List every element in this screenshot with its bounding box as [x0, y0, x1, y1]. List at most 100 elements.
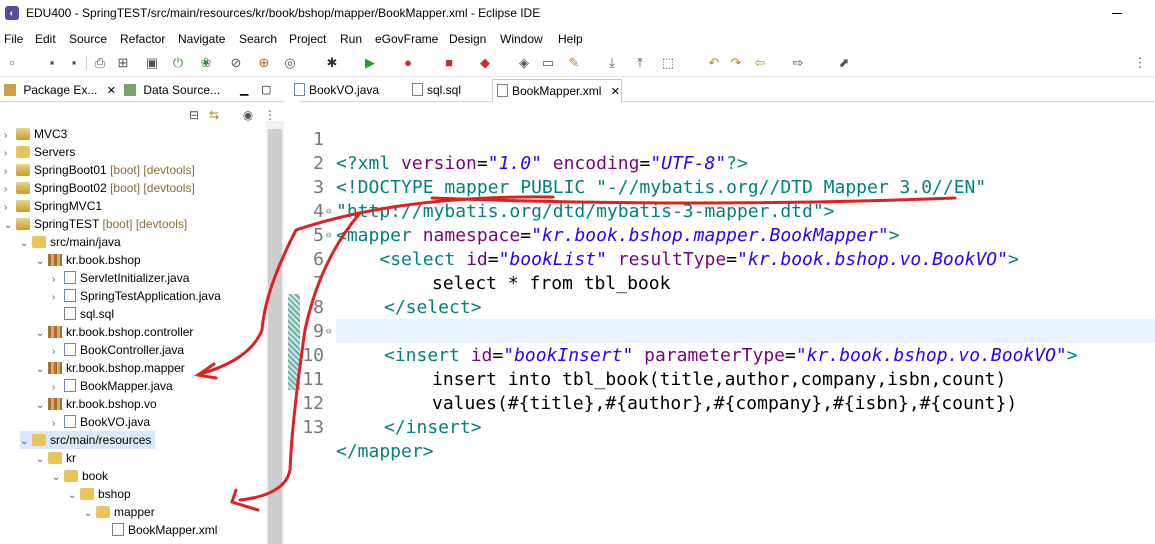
tree-item[interactable]: ⌄ kr.book.bshop.vo — [36, 395, 157, 413]
menu-run[interactable]: Run — [340, 32, 362, 46]
run-icon[interactable]: ▶ — [362, 55, 378, 71]
last-edit-forward-icon[interactable]: ↷ — [728, 55, 744, 71]
eclipse-app-icon: ◐ — [5, 6, 19, 20]
annotation-next-icon[interactable]: ⤓ — [604, 55, 620, 71]
package-icon — [48, 326, 62, 338]
menu-search[interactable]: Search — [239, 32, 277, 46]
source-folder-icon — [32, 236, 46, 248]
menu-egovframe[interactable]: eGovFrame — [375, 32, 438, 46]
tree-item[interactable]: › ServletInitializer.java — [52, 269, 189, 287]
package-icon[interactable]: ⊕ — [256, 55, 272, 71]
code-line: 9 ⊖ <insert id="bookInsert" parameterType… — [313, 321, 1078, 366]
console-icon[interactable]: ▣ — [144, 55, 160, 71]
close-icon[interactable]: ✕ — [107, 85, 116, 97]
last-edit-icon[interactable]: ↶ — [706, 55, 722, 71]
minimize-view-icon[interactable]: ▁ — [240, 79, 254, 101]
menu-help[interactable]: Help — [558, 32, 583, 46]
change-marker — [288, 294, 300, 390]
save-icon[interactable]: ▪ — [44, 55, 60, 71]
tree-item[interactable]: ⌄ src/main/resources — [20, 431, 156, 449]
open-folder-icon[interactable]: ▭ — [540, 55, 556, 71]
tree-item[interactable]: sql.sql — [52, 305, 114, 323]
perspective-icon[interactable]: ⋮ — [1132, 55, 1148, 71]
menu-bar: File Edit Source Refactor Navigate Searc… — [0, 29, 1155, 49]
tree-item[interactable]: › SpringBoot01 [boot] [devtools] — [4, 161, 195, 179]
spring-icon[interactable]: ❀ — [198, 55, 214, 71]
code-line: 10 insert into tbl_book(title,author,com… — [302, 345, 1007, 390]
package-icon — [48, 398, 62, 410]
tree-item[interactable]: › SpringBoot02 [boot] [devtools] — [4, 179, 195, 197]
tree-item[interactable]: › SpringTestApplication.java — [52, 287, 221, 305]
tree-item[interactable]: › Servers — [4, 143, 75, 161]
tree-scrollbar[interactable] — [266, 121, 284, 544]
java-file-icon — [294, 83, 305, 96]
menu-file[interactable]: File — [4, 32, 23, 46]
code-line: 12 </insert> — [302, 393, 482, 438]
menu-project[interactable]: Project — [289, 32, 326, 46]
sql-file-icon — [412, 83, 423, 96]
stop-icon[interactable]: ■ — [441, 55, 457, 71]
tree-item[interactable]: ⌄ mapper — [84, 503, 155, 521]
tree-item[interactable]: ⌄ book — [52, 467, 108, 485]
print-icon[interactable]: ⎙ — [92, 55, 108, 71]
tab-sql-sql[interactable]: sql.sql — [412, 79, 482, 101]
back-icon[interactable]: ⇦ — [752, 55, 768, 71]
code-line: 1 <?xml version="1.0" encoding="UTF-8"?> — [313, 129, 748, 174]
marker-icon[interactable]: ✎ — [566, 55, 582, 71]
skip-breakpoints-icon[interactable]: ⊘ — [228, 55, 244, 71]
new-java-icon[interactable]: ◎ — [282, 55, 298, 71]
tab-bookmapper-xml[interactable]: BookMapper.xml ✕ — [492, 79, 622, 102]
code-line: 4 ⊖ <mapper namespace="kr.book.bshop.mapp… — [313, 201, 900, 246]
tree-item[interactable]: ⌄ src/main/java — [20, 233, 121, 251]
open-task-icon[interactable]: ◈ — [516, 55, 532, 71]
annotation-icon[interactable]: ⬚ — [660, 55, 676, 71]
tree-item[interactable]: BookMapper.xml — [100, 521, 217, 539]
save-all-icon[interactable]: ▪ — [66, 55, 82, 71]
folder-icon — [96, 506, 110, 518]
menu-design[interactable]: Design — [449, 32, 486, 46]
minimize-icon[interactable] — [1110, 6, 1124, 20]
tree-item[interactable]: ⌄ bshop — [68, 485, 131, 503]
sql-file-icon — [64, 307, 76, 320]
menu-window[interactable]: Window — [500, 32, 543, 46]
java-file-icon — [64, 289, 76, 302]
project-icon — [16, 164, 30, 176]
run-external-icon[interactable]: ● — [400, 55, 416, 71]
close-icon[interactable]: ✕ — [611, 86, 620, 98]
tree-item[interactable]: ⌄ kr.book.bshop.controller — [36, 323, 193, 341]
menu-navigate[interactable]: Navigate — [178, 32, 225, 46]
pin-editor-icon[interactable]: ⬈ — [836, 55, 852, 71]
terminate-icon[interactable]: ◆ — [477, 55, 493, 71]
start-server-icon[interactable]: ⏻ — [170, 55, 186, 71]
tab-package-explorer[interactable]: Package Ex... ✕ — [4, 79, 117, 101]
menu-source[interactable]: Source — [69, 32, 107, 46]
open-type-icon[interactable]: ⊞ — [115, 55, 131, 71]
annotation-prev-icon[interactable]: ⤒ — [632, 55, 648, 71]
main-toolbar: ▫ ▪ ▪ ⎙ ⊞ ▣ ⏻ ❀ ⊘ ⊕ ◎ ✱ ▶ ● ■ ◆ ◈ ▭ ✎ ⤓ … — [0, 50, 1155, 77]
project-icon — [16, 182, 30, 194]
tree-item[interactable]: ⌄ SpringTEST [boot] [devtools] — [4, 215, 187, 233]
tab-data-source[interactable]: Data Source... — [124, 79, 234, 101]
scrollbar-thumb[interactable] — [268, 129, 282, 544]
tree-item[interactable]: › BookController.java — [52, 341, 184, 359]
debug-icon[interactable]: ✱ — [324, 55, 340, 71]
tree-item[interactable]: › MVC3 — [4, 125, 67, 143]
tree-item[interactable]: › BookMapper.java — [52, 377, 173, 395]
tree-item[interactable]: ⌄ kr.book.bshop — [36, 251, 141, 269]
project-tree: › MVC3 › Servers › SpringBoot01 [boot] [dev… — [0, 121, 266, 544]
tab-bookvo-java[interactable]: BookVO.java — [294, 79, 404, 101]
menu-refactor[interactable]: Refactor — [120, 32, 165, 46]
tree-item[interactable]: ⌄ kr — [36, 449, 76, 467]
tree-item[interactable]: › SpringMVC1 — [4, 197, 102, 215]
data-source-icon — [124, 84, 136, 96]
tree-item[interactable]: › BookVO.java — [52, 413, 150, 431]
tree-item[interactable]: ⌄ kr.book.bshop.mapper — [36, 359, 185, 377]
menu-edit[interactable]: Edit — [35, 32, 56, 46]
package-explorer-label: Package Ex... — [23, 83, 98, 97]
folder-icon — [64, 470, 78, 482]
maximize-view-icon[interactable]: ▢ — [261, 79, 275, 101]
project-icon — [16, 200, 30, 212]
new-icon[interactable]: ▫ — [4, 55, 20, 71]
forward-icon[interactable]: ⇨ — [790, 55, 806, 71]
java-interface-icon — [64, 379, 76, 392]
